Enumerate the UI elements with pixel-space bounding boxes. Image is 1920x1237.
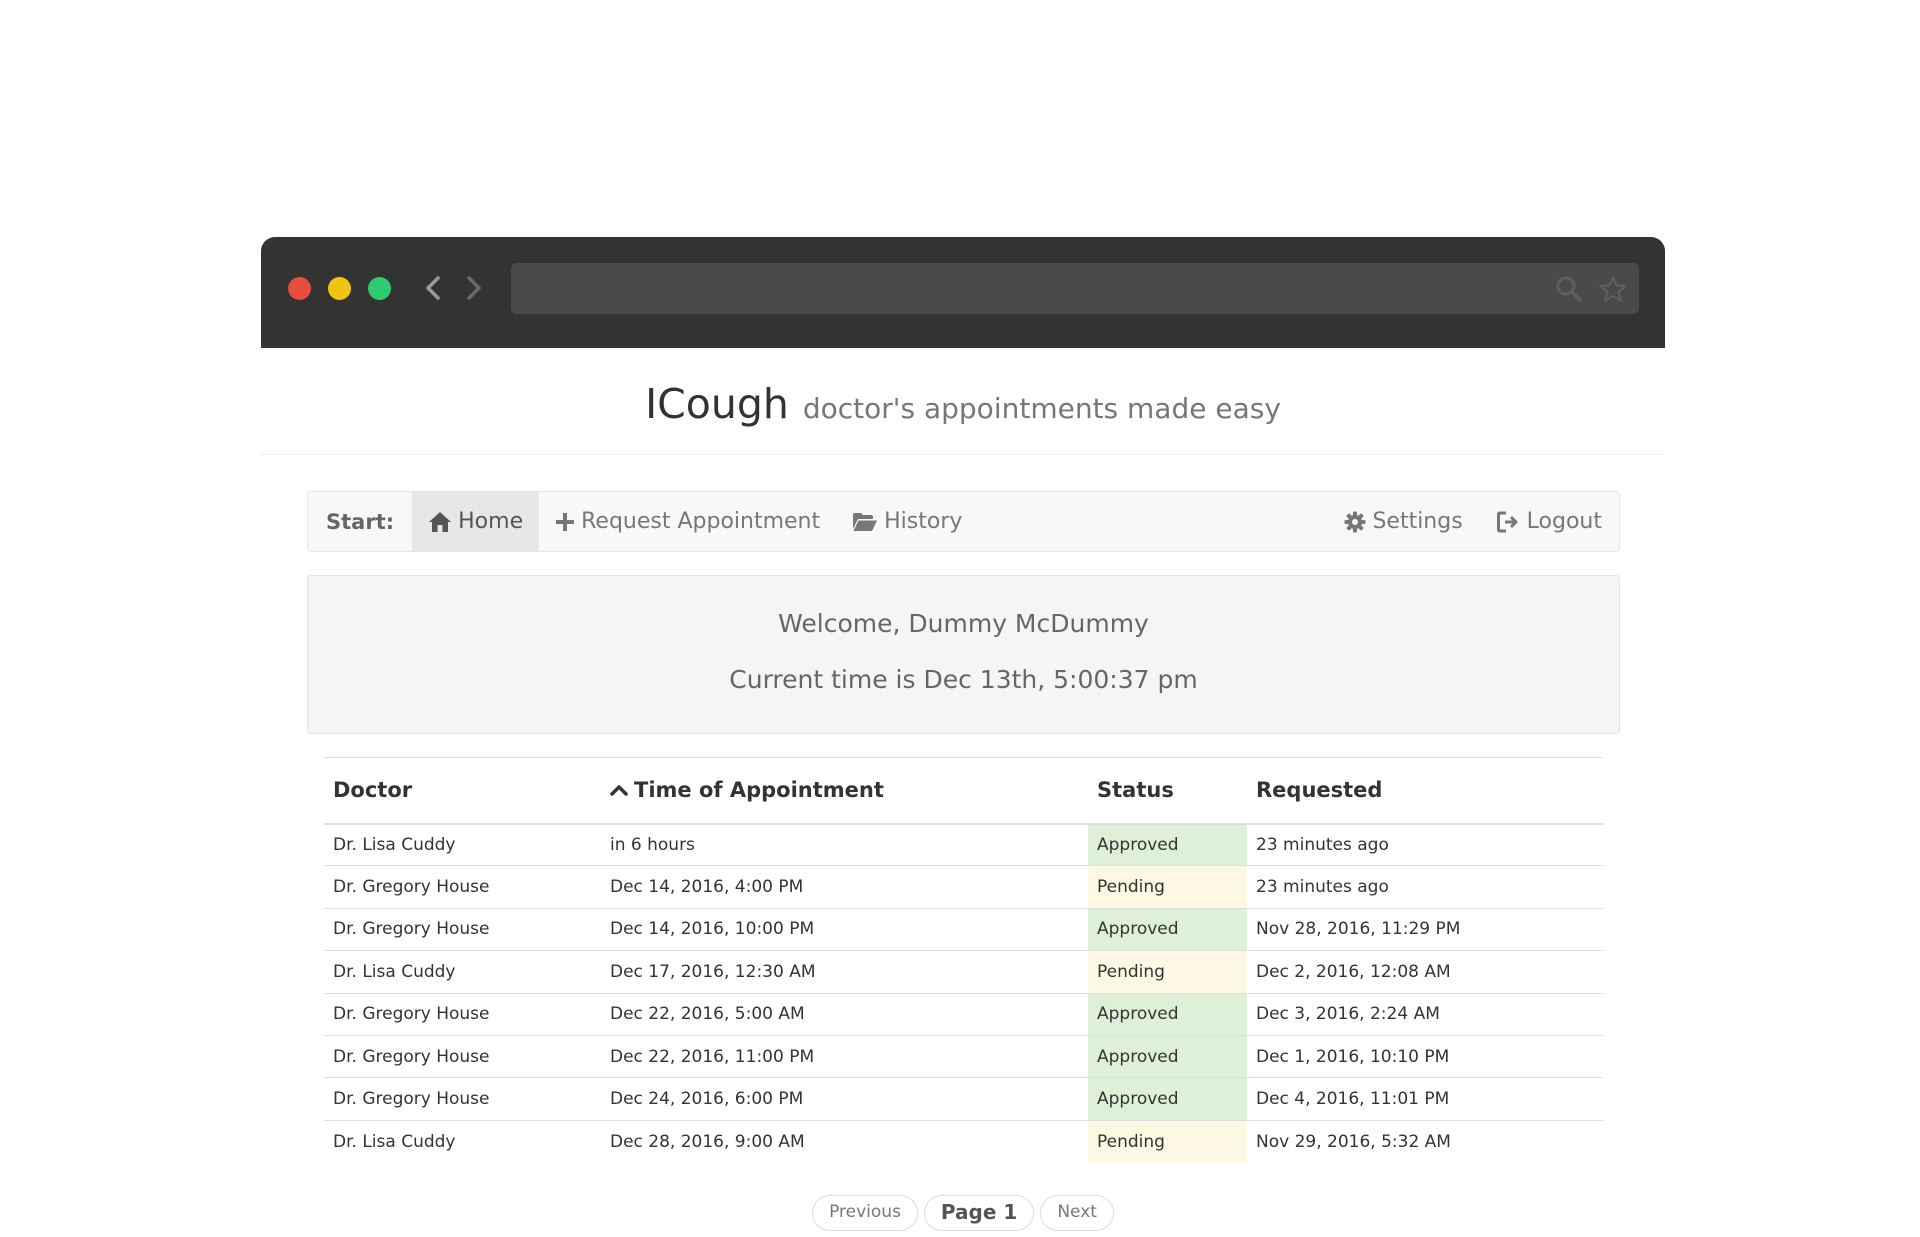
previous-page-button[interactable]: Previous: [812, 1195, 918, 1231]
table-row[interactable]: Dr. Lisa Cuddy Dec 17, 2016, 12:30 AM Pe…: [324, 950, 1603, 994]
cell-status: Approved: [1088, 823, 1247, 866]
cell-status: Pending: [1088, 865, 1247, 909]
nav-item-history-label: History: [884, 509, 963, 534]
current-page-indicator: Page 1: [923, 1195, 1035, 1231]
table-row[interactable]: Dr. Gregory House Dec 22, 2016, 11:00 PM…: [324, 1034, 1603, 1078]
table-row[interactable]: Dr. Gregory House Dec 24, 2016, 6:00 PM …: [324, 1077, 1603, 1121]
plus-icon: [556, 512, 575, 531]
cell-time: Dec 14, 2016, 10:00 PM: [601, 907, 1088, 951]
nav-item-logout[interactable]: Logout: [1480, 492, 1619, 551]
table-row[interactable]: Dr. Gregory House Dec 14, 2016, 4:00 PM …: [324, 865, 1603, 909]
nav-item-request-label: Request Appointment: [581, 509, 821, 534]
gear-icon: [1344, 511, 1366, 532]
header-status[interactable]: Status: [1088, 757, 1247, 825]
header-doctor[interactable]: Doctor: [324, 757, 601, 825]
table-row[interactable]: Dr. Lisa Cuddy in 6 hours Approved 23 mi…: [324, 823, 1603, 866]
cell-status: Approved: [1088, 1077, 1247, 1121]
cell-requested: Dec 3, 2016, 2:24 AM: [1247, 992, 1603, 1036]
page-header: ICough doctor's appointments made easy: [261, 348, 1665, 455]
cell-time: Dec 14, 2016, 4:00 PM: [601, 865, 1088, 909]
nav-item-settings-label: Settings: [1372, 509, 1463, 534]
cell-requested: Dec 2, 2016, 12:08 AM: [1247, 950, 1603, 994]
cell-doctor: Dr. Gregory House: [324, 1077, 601, 1121]
cell-requested: 23 minutes ago: [1256, 834, 1389, 855]
cell-doctor: Dr. Lisa Cuddy: [324, 1119, 601, 1163]
nav-item-logout-label: Logout: [1526, 509, 1602, 534]
chevron-right-icon[interactable]: [460, 273, 488, 303]
nav-item-home-label: Home: [458, 509, 524, 534]
browser-titlebar: [261, 237, 1665, 348]
cell-time: Dec 22, 2016, 11:00 PM: [601, 1034, 1088, 1078]
sort-up-icon: [610, 785, 628, 796]
cell-requested: Nov 29, 2016, 5:32 AM: [1247, 1119, 1603, 1163]
chevron-left-icon[interactable]: [419, 273, 447, 303]
cell-status: Approved: [1088, 907, 1247, 951]
cell-doctor: Dr. Gregory House: [324, 992, 601, 1036]
search-icon[interactable]: [1555, 275, 1583, 303]
home-icon: [429, 511, 452, 532]
close-window-button[interactable]: [288, 277, 311, 300]
folder-open-icon: [853, 512, 878, 531]
cell-status: Pending: [1088, 950, 1247, 994]
nav-item-request-appointment[interactable]: Request Appointment: [539, 492, 836, 551]
cell-doctor: Dr. Gregory House: [324, 865, 601, 909]
cell-status: Approved: [1088, 1034, 1247, 1078]
cell-time: Dec 22, 2016, 5:00 AM: [601, 992, 1088, 1036]
main-navbar: Start: Home Request Appointment History: [307, 491, 1620, 552]
next-page-button[interactable]: Next: [1040, 1195, 1114, 1231]
table-row[interactable]: Dr. Gregory House Dec 14, 2016, 10:00 PM…: [324, 907, 1603, 951]
nav-item-settings[interactable]: Settings: [1327, 492, 1479, 551]
welcome-panel: Welcome, Dummy McDummy Current time is D…: [307, 575, 1620, 734]
cell-requested: Dec 4, 2016, 11:01 PM: [1247, 1077, 1603, 1121]
app-brand: ICough: [645, 380, 789, 428]
cell-doctor: Dr. Gregory House: [324, 907, 601, 951]
table-header-row: Doctor Time of Appointment Status Reques…: [324, 757, 1603, 825]
welcome-greeting: Welcome, Dummy McDummy: [778, 609, 1149, 638]
cell-status: Pending: [1088, 1119, 1247, 1163]
nav-item-home[interactable]: Home: [412, 492, 540, 551]
nav-start-label: Start:: [326, 509, 395, 534]
browser-window: ICough doctor's appointments made easy S…: [261, 237, 1665, 1237]
app-tagline: doctor's appointments made easy: [802, 391, 1281, 425]
address-bar[interactable]: [511, 263, 1639, 314]
cell-requested: Nov 28, 2016, 11:29 PM: [1247, 907, 1603, 951]
maximize-window-button[interactable]: [368, 277, 391, 300]
header-time-of-appointment[interactable]: Time of Appointment: [601, 757, 1088, 825]
cell-doctor: Dr. Gregory House: [324, 1034, 601, 1078]
cell-time: in 6 hours: [610, 834, 695, 855]
table-row[interactable]: Dr. Gregory House Dec 22, 2016, 5:00 AM …: [324, 992, 1603, 1036]
cell-requested: 23 minutes ago: [1247, 865, 1603, 909]
nav-item-history[interactable]: History: [836, 492, 978, 551]
cell-time: Dec 28, 2016, 9:00 AM: [601, 1119, 1088, 1163]
pager: Previous Page 1 Next: [261, 1195, 1665, 1231]
cell-requested: Dec 1, 2016, 10:10 PM: [1247, 1034, 1603, 1078]
cell-time: Dec 24, 2016, 6:00 PM: [601, 1077, 1088, 1121]
header-time-label: Time of Appointment: [634, 778, 884, 803]
table-row[interactable]: Dr. Lisa Cuddy Dec 28, 2016, 9:00 AM Pen…: [324, 1119, 1603, 1163]
cell-time: Dec 17, 2016, 12:30 AM: [601, 950, 1088, 994]
appointments-table: Doctor Time of Appointment Status Reques…: [324, 757, 1603, 1163]
logout-icon: [1496, 511, 1518, 532]
cell-doctor: Dr. Lisa Cuddy: [333, 834, 456, 855]
star-icon[interactable]: [1599, 275, 1627, 303]
current-time: Current time is Dec 13th, 5:00:37 pm: [729, 665, 1198, 694]
cell-status: Approved: [1088, 992, 1247, 1036]
cell-doctor: Dr. Lisa Cuddy: [324, 950, 601, 994]
minimize-window-button[interactable]: [328, 277, 351, 300]
header-requested[interactable]: Requested: [1247, 757, 1603, 825]
